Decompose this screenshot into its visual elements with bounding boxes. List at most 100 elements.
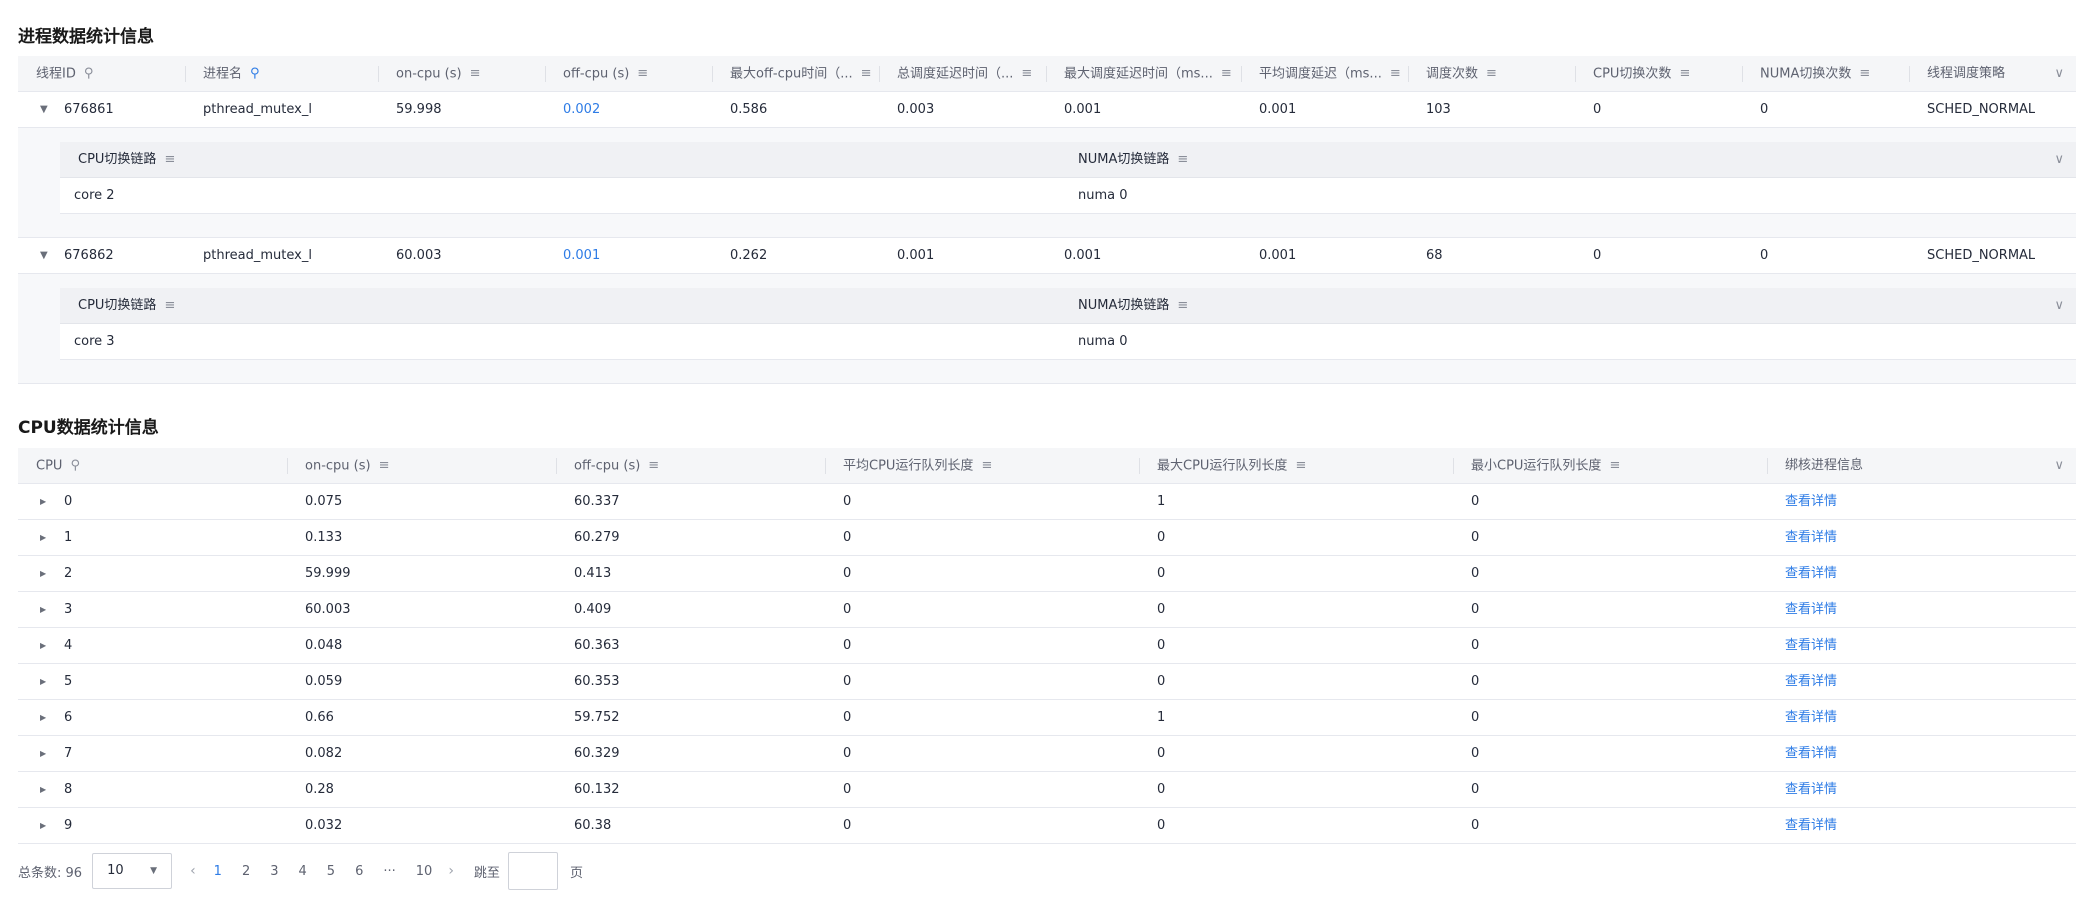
column-settings-icon[interactable]: ∨ bbox=[2054, 288, 2064, 324]
header-off-cpu[interactable]: off-cpu (s) ≡ bbox=[545, 56, 712, 92]
cpu-table-header: CPU ⚲ on-cpu (s) ≡ off-cpu (s) ≡ 平均CPU运行队列长… bbox=[18, 448, 2076, 484]
sort-icon[interactable]: ≡ bbox=[1486, 56, 1497, 92]
header-total-sched-delay[interactable]: 总调度延迟时间（... ≡ bbox=[879, 56, 1046, 92]
sort-icon[interactable]: ≡ bbox=[981, 448, 992, 484]
view-details-link[interactable]: 查看详情 bbox=[1767, 772, 1837, 808]
on-cpu-value: 0.032 bbox=[305, 818, 343, 833]
detail-header: CPU切换链路 ≡ NUMA切换链路 ≡ ∨ bbox=[60, 288, 2076, 324]
sort-icon[interactable]: ≡ bbox=[1177, 298, 1188, 313]
page-ellipsis[interactable]: ··· bbox=[383, 864, 395, 879]
page-4[interactable]: 4 bbox=[299, 864, 307, 879]
sort-icon[interactable]: ≡ bbox=[164, 298, 175, 313]
header-sched-count[interactable]: 调度次数 ≡ bbox=[1408, 56, 1575, 92]
sort-icon[interactable]: ≡ bbox=[164, 152, 175, 167]
sched-count-value: 103 bbox=[1426, 102, 1451, 117]
column-settings-icon[interactable]: ∨ bbox=[2054, 142, 2064, 178]
off-cpu-link[interactable]: 0.001 bbox=[545, 238, 600, 274]
header-thread-id[interactable]: 线程ID ⚲ bbox=[18, 56, 185, 92]
max-runqueue-value: 1 bbox=[1157, 494, 1166, 509]
sort-icon[interactable]: ≡ bbox=[1679, 56, 1690, 92]
view-details-link[interactable]: 查看详情 bbox=[1767, 628, 1837, 664]
view-details-link[interactable]: 查看详情 bbox=[1767, 808, 1837, 844]
view-details-link[interactable]: 查看详情 bbox=[1767, 664, 1837, 700]
min-runqueue-value: 0 bbox=[1471, 674, 1480, 689]
max-off-cpu-value: 0.262 bbox=[730, 248, 768, 263]
sort-icon[interactable]: ≡ bbox=[1177, 152, 1188, 167]
header-numa-switch-count[interactable]: NUMA切换次数 ≡ bbox=[1742, 56, 1909, 92]
on-cpu-value: 60.003 bbox=[396, 248, 442, 263]
header-max-off-cpu[interactable]: 最大off-cpu时间（... ≡ bbox=[712, 56, 879, 92]
max-runqueue-value: 1 bbox=[1157, 710, 1166, 725]
jump-page-input[interactable] bbox=[507, 852, 558, 890]
sort-icon[interactable]: ≡ bbox=[1609, 448, 1620, 484]
page-unit-label: 页 bbox=[569, 865, 583, 881]
off-cpu-value: 0.413 bbox=[574, 566, 612, 581]
view-details-link[interactable]: 查看详情 bbox=[1767, 736, 1837, 772]
sort-icon[interactable]: ≡ bbox=[1221, 56, 1232, 92]
search-icon[interactable]: ⚲ bbox=[84, 56, 94, 92]
header-cpu-off-cpu[interactable]: off-cpu (s) ≡ bbox=[556, 448, 825, 484]
on-cpu-value: 60.003 bbox=[305, 602, 351, 617]
sort-icon[interactable]: ≡ bbox=[1390, 56, 1401, 92]
detail-header-numa-chain[interactable]: NUMA切换链路 ≡ bbox=[1060, 288, 1188, 324]
min-runqueue-value: 0 bbox=[1471, 602, 1480, 617]
header-max-sched-delay[interactable]: 最大调度延迟时间（ms... ≡ bbox=[1046, 56, 1241, 92]
sched-policy-value: SCHED_NORMAL bbox=[1927, 248, 2036, 263]
detail-header-cpu-chain[interactable]: CPU切换链路 ≡ bbox=[60, 142, 175, 178]
page-2[interactable]: 2 bbox=[242, 864, 250, 879]
detail-header-cpu-chain[interactable]: CPU切换链路 ≡ bbox=[60, 288, 175, 324]
sort-icon[interactable]: ≡ bbox=[648, 448, 659, 484]
page-5[interactable]: 5 bbox=[327, 864, 335, 879]
column-settings-icon[interactable]: ∨ bbox=[2054, 56, 2064, 92]
cpu-chain-value: core 3 bbox=[74, 334, 115, 349]
sort-icon[interactable]: ≡ bbox=[470, 56, 481, 92]
prev-page-icon[interactable]: ‹ bbox=[190, 863, 196, 879]
min-runqueue-value: 0 bbox=[1471, 494, 1480, 509]
next-page-icon[interactable]: › bbox=[448, 863, 454, 879]
row-detail-panel: CPU切换链路 ≡ NUMA切换链路 ≡ ∨ core 3 numa 0 bbox=[18, 274, 2076, 384]
detail-header-numa-chain[interactable]: NUMA切换链路 ≡ bbox=[1060, 142, 1188, 178]
header-cpu[interactable]: CPU ⚲ bbox=[18, 448, 287, 484]
off-cpu-value: 60.38 bbox=[574, 818, 612, 833]
sort-icon[interactable]: ≡ bbox=[379, 448, 390, 484]
min-runqueue-value: 0 bbox=[1471, 818, 1480, 833]
sort-icon[interactable]: ≡ bbox=[637, 56, 648, 92]
page-1[interactable]: 1 bbox=[214, 864, 222, 879]
sort-icon[interactable]: ≡ bbox=[861, 56, 872, 92]
header-process-name[interactable]: 进程名 ⚲ bbox=[185, 56, 378, 92]
off-cpu-value: 60.353 bbox=[574, 674, 620, 689]
header-min-runqueue[interactable]: 最小CPU运行队列长度 ≡ bbox=[1453, 448, 1767, 484]
sort-icon[interactable]: ≡ bbox=[1295, 448, 1306, 484]
header-cpu-on-cpu[interactable]: on-cpu (s) ≡ bbox=[287, 448, 556, 484]
view-details-link[interactable]: 查看详情 bbox=[1767, 556, 1837, 592]
view-details-link[interactable]: 查看详情 bbox=[1767, 592, 1837, 628]
header-cpu-switch-count[interactable]: CPU切换次数 ≡ bbox=[1575, 56, 1742, 92]
off-cpu-link[interactable]: 0.002 bbox=[545, 92, 600, 128]
sort-icon[interactable]: ≡ bbox=[1859, 56, 1870, 92]
on-cpu-value: 0.048 bbox=[305, 638, 343, 653]
view-details-link[interactable]: 查看详情 bbox=[1767, 700, 1837, 736]
page-6[interactable]: 6 bbox=[355, 864, 363, 879]
header-max-runqueue[interactable]: 最大CPU运行队列长度 ≡ bbox=[1139, 448, 1453, 484]
column-settings-icon[interactable]: ∨ bbox=[2054, 448, 2064, 484]
min-runqueue-value: 0 bbox=[1471, 566, 1480, 581]
cpu-id: 2 bbox=[64, 566, 73, 581]
header-on-cpu[interactable]: on-cpu (s) ≡ bbox=[378, 56, 545, 92]
page-size-select[interactable]: 10 ▼ bbox=[92, 853, 173, 889]
header-avg-runqueue[interactable]: 平均CPU运行队列长度 ≡ bbox=[825, 448, 1139, 484]
search-icon[interactable]: ⚲ bbox=[70, 448, 80, 484]
page-3[interactable]: 3 bbox=[270, 864, 278, 879]
table-row: ▶ 0 0.075 60.337 0 1 0 查看详情 bbox=[18, 484, 2076, 520]
jump-label: 跳至 bbox=[473, 865, 500, 881]
view-details-link[interactable]: 查看详情 bbox=[1767, 520, 1837, 556]
view-details-link[interactable]: 查看详情 bbox=[1767, 484, 1837, 520]
sort-icon[interactable]: ≡ bbox=[1021, 56, 1032, 92]
avg-sched-delay-value: 0.001 bbox=[1259, 102, 1297, 117]
page-10[interactable]: 10 bbox=[416, 864, 433, 879]
max-runqueue-value: 0 bbox=[1157, 602, 1166, 617]
search-icon[interactable]: ⚲ bbox=[250, 56, 260, 92]
max-runqueue-value: 0 bbox=[1157, 674, 1166, 689]
table-row: ▶ 4 0.048 60.363 0 0 0 查看详情 bbox=[18, 628, 2076, 664]
table-row: ▶ 5 0.059 60.353 0 0 0 查看详情 bbox=[18, 664, 2076, 700]
header-avg-sched-delay[interactable]: 平均调度延迟（ms... ≡ bbox=[1241, 56, 1408, 92]
